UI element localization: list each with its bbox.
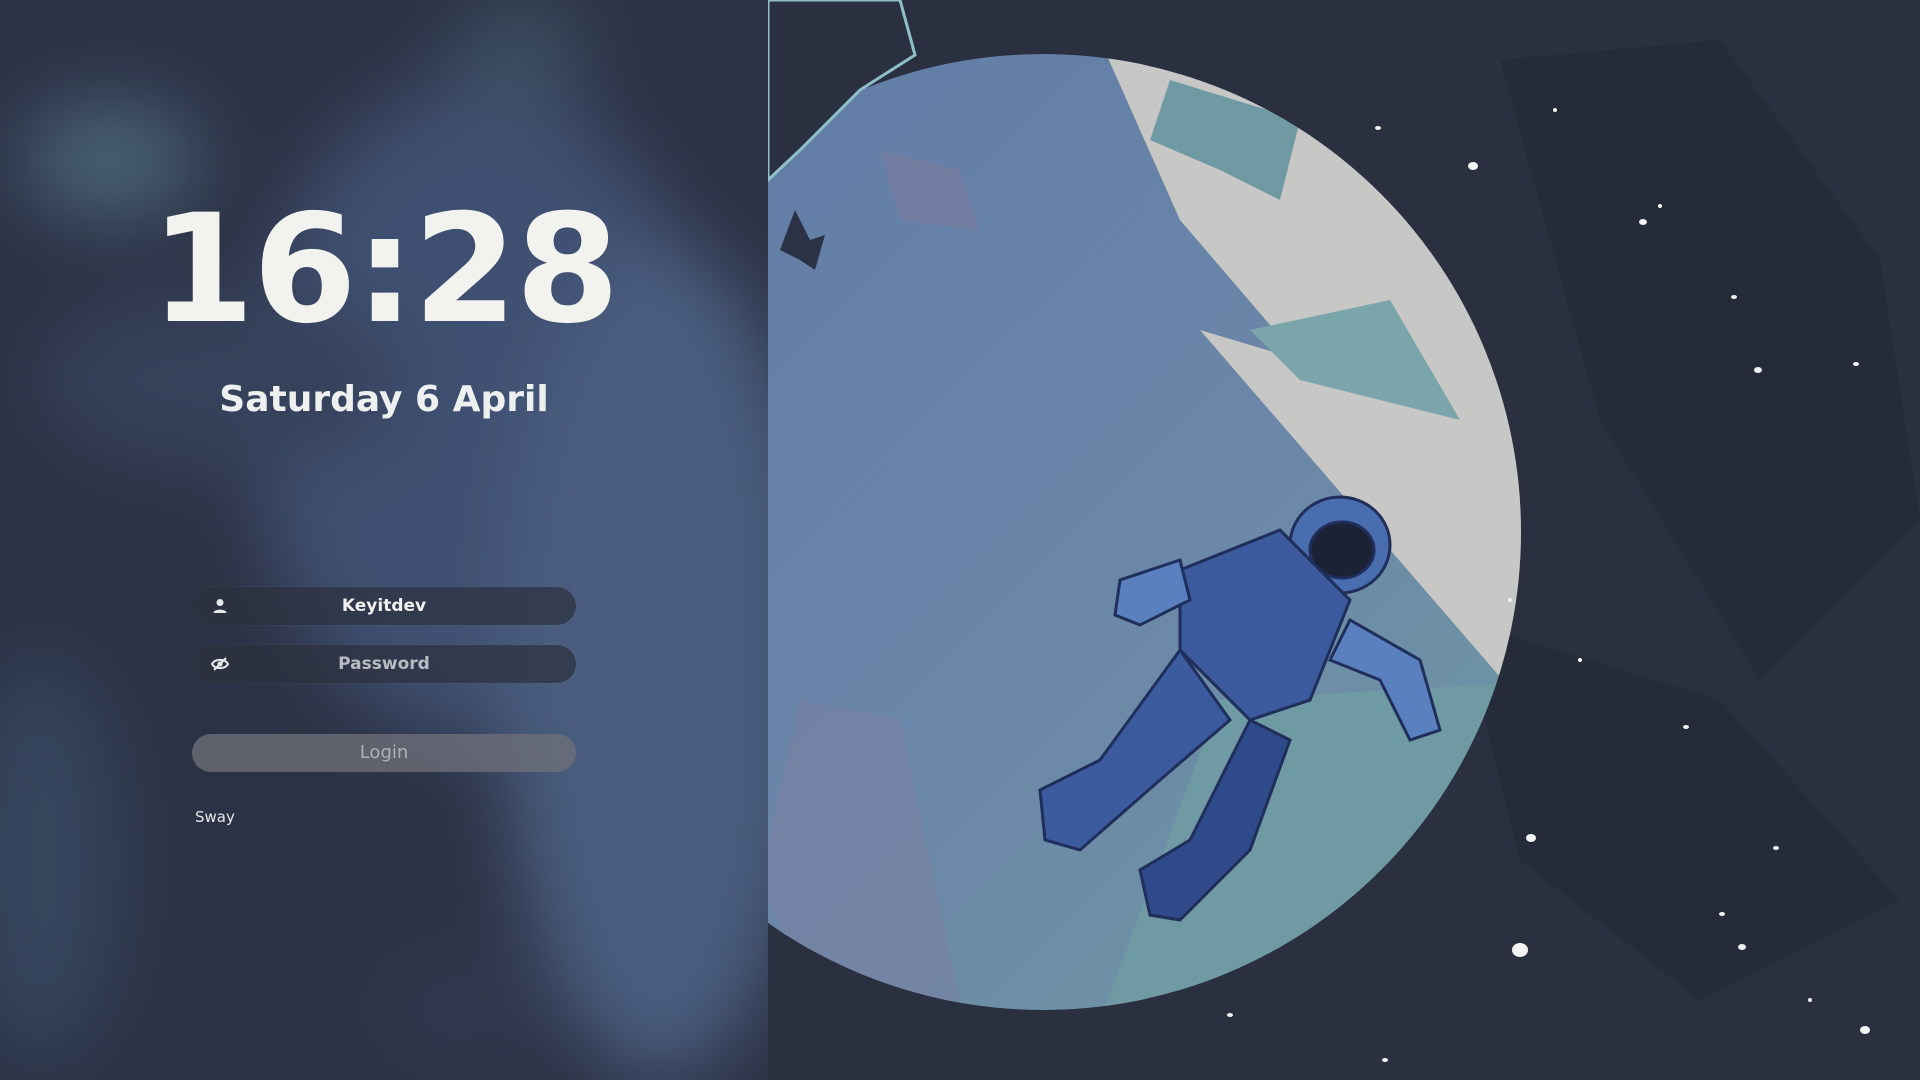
session-selector[interactable]: Sway xyxy=(195,808,235,826)
panel-tint xyxy=(0,0,768,1080)
clock-time: 16:28 xyxy=(150,183,619,357)
password-field[interactable] xyxy=(192,645,576,683)
username-field[interactable]: Keyitdev xyxy=(192,587,576,625)
date-label: Saturday 6 April xyxy=(219,379,549,420)
login-button[interactable]: Login xyxy=(192,734,576,772)
username-value: Keyitdev xyxy=(341,596,427,616)
password-input[interactable] xyxy=(192,645,576,683)
login-panel: 16:28 Saturday 6 April Keyitdev Login Sw… xyxy=(0,0,768,1080)
